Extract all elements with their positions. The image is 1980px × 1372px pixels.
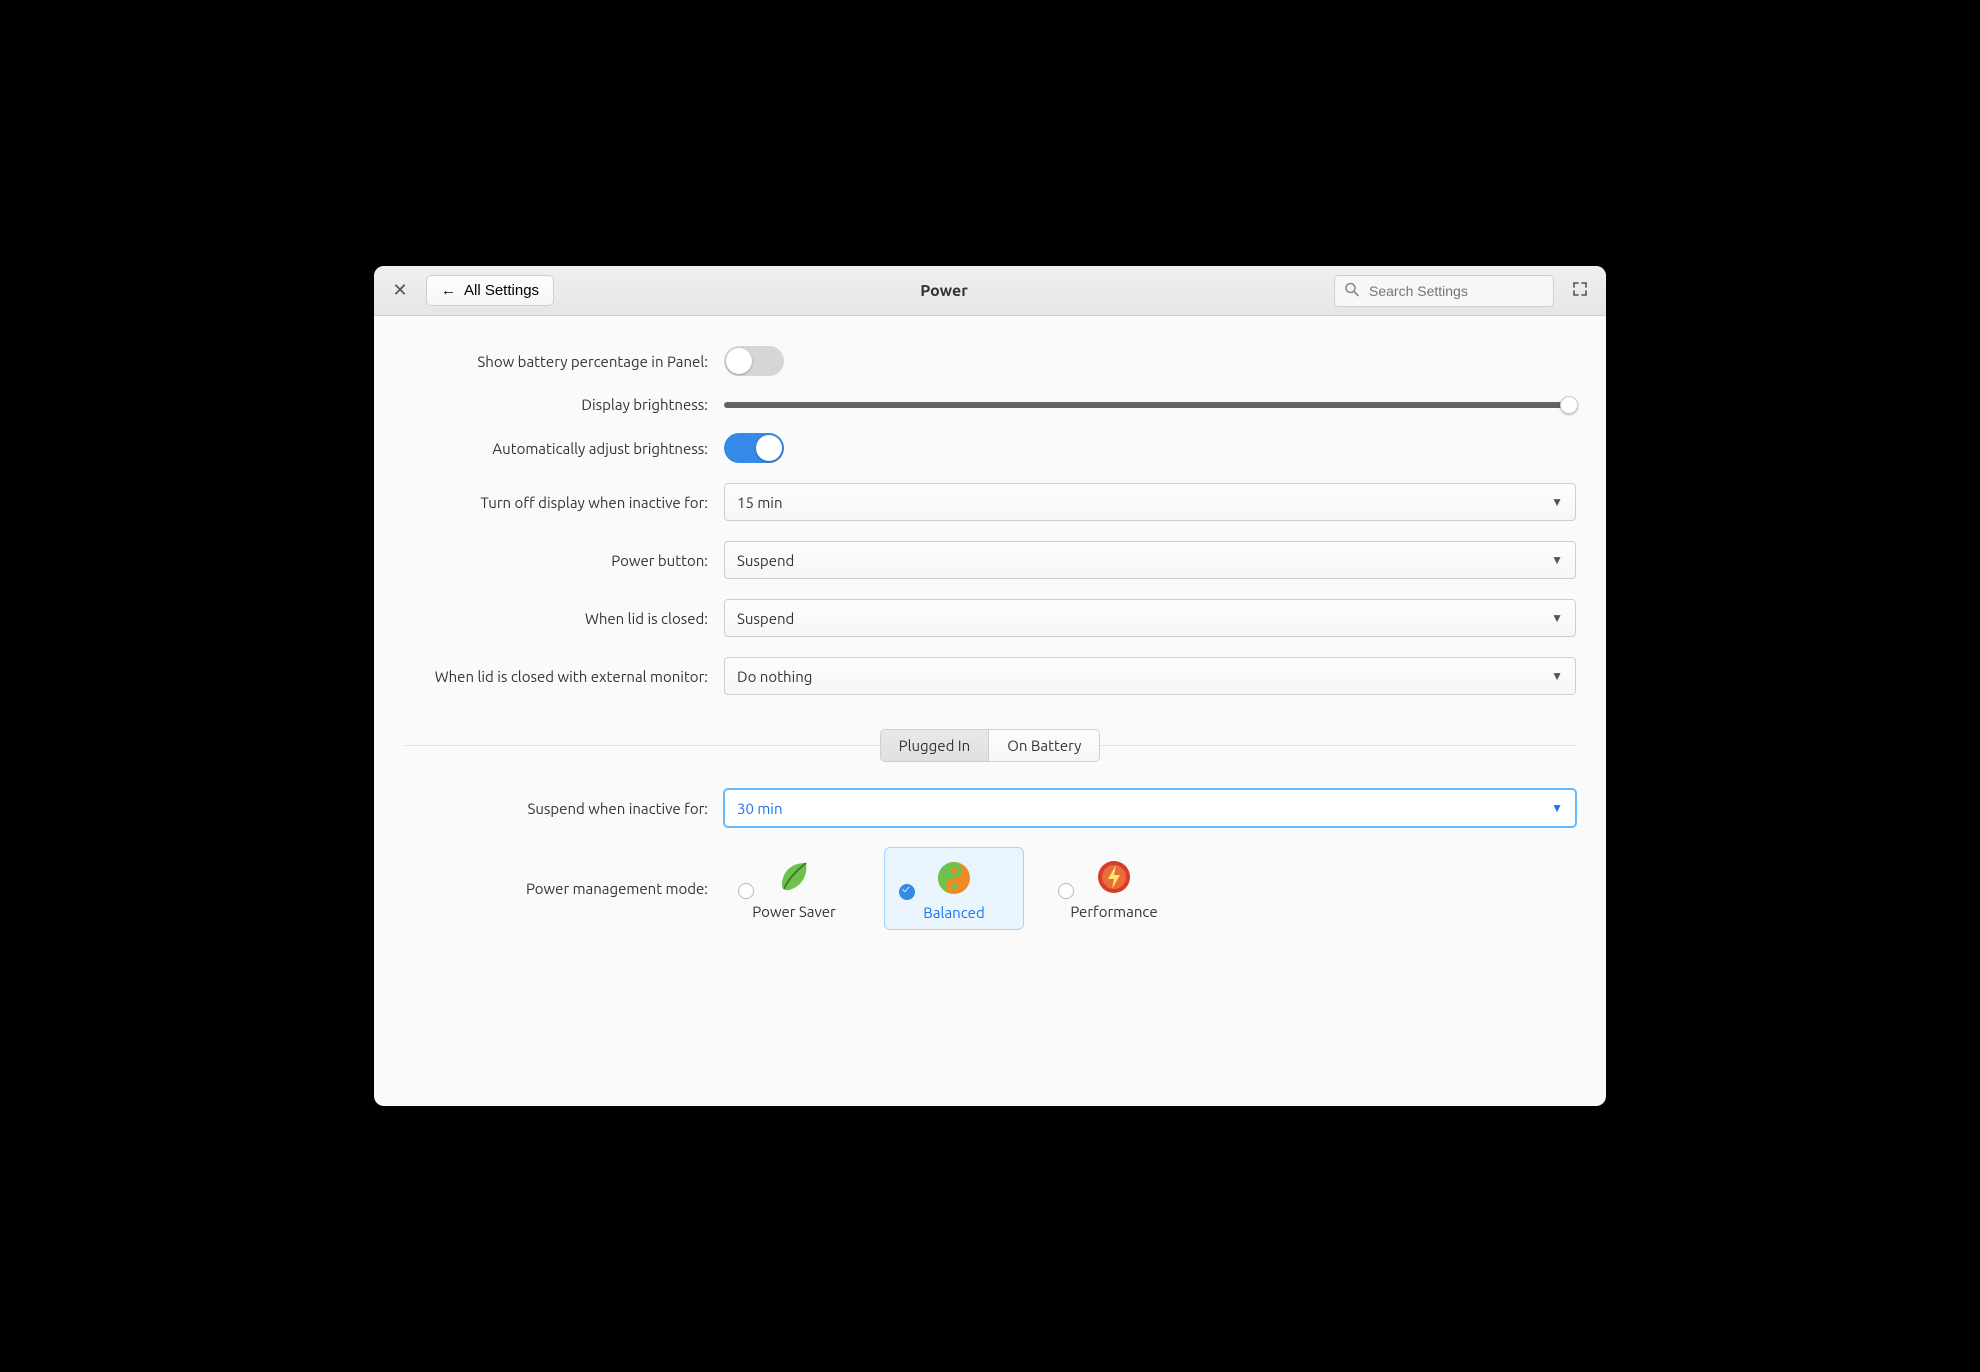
back-label: All Settings bbox=[464, 282, 539, 299]
mode-label: Power management mode: bbox=[404, 880, 724, 897]
power-source-divider: Plugged In On Battery bbox=[404, 725, 1576, 765]
radio-checked-icon bbox=[899, 884, 915, 900]
chevron-down-icon: ▼ bbox=[1551, 495, 1563, 509]
bolt-icon bbox=[1094, 857, 1134, 897]
chevron-down-icon: ▼ bbox=[1551, 611, 1563, 625]
lid-closed-value: Suspend bbox=[737, 610, 794, 627]
power-button-label: Power button: bbox=[404, 552, 724, 569]
lid-ext-value: Do nothing bbox=[737, 668, 812, 685]
lid-ext-select[interactable]: Do nothing ▼ bbox=[724, 657, 1576, 695]
mode-saver-label: Power Saver bbox=[728, 903, 860, 920]
power-source-tabs: Plugged In On Battery bbox=[880, 729, 1101, 762]
power-button-value: Suspend bbox=[737, 552, 794, 569]
suspend-value: 30 min bbox=[737, 800, 783, 817]
lid-ext-label: When lid is closed with external monitor… bbox=[404, 668, 724, 685]
suspend-label: Suspend when inactive for: bbox=[404, 800, 724, 817]
suspend-select[interactable]: 30 min ▼ bbox=[724, 789, 1576, 827]
chevron-down-icon: ▼ bbox=[1551, 669, 1563, 683]
tab-on-battery[interactable]: On Battery bbox=[988, 730, 1099, 761]
mode-power-saver[interactable]: Power Saver bbox=[724, 847, 864, 930]
search-wrap bbox=[1334, 275, 1554, 307]
mode-balanced[interactable]: Balanced bbox=[884, 847, 1024, 930]
maximize-button[interactable] bbox=[1566, 281, 1594, 300]
mode-performance-label: Performance bbox=[1048, 903, 1180, 920]
display-off-value: 15 min bbox=[737, 494, 783, 511]
yin-yang-icon bbox=[934, 858, 974, 898]
lid-closed-select[interactable]: Suspend ▼ bbox=[724, 599, 1576, 637]
close-button[interactable]: ✕ bbox=[386, 280, 414, 301]
battery-pct-label: Show battery percentage in Panel: bbox=[404, 353, 724, 370]
power-button-select[interactable]: Suspend ▼ bbox=[724, 541, 1576, 579]
chevron-down-icon: ▼ bbox=[1551, 553, 1563, 567]
search-icon bbox=[1344, 281, 1360, 300]
all-settings-button[interactable]: ← All Settings bbox=[426, 275, 554, 306]
display-off-select[interactable]: 15 min ▼ bbox=[724, 483, 1576, 521]
lid-closed-label: When lid is closed: bbox=[404, 610, 724, 627]
brightness-label: Display brightness: bbox=[404, 396, 724, 413]
brightness-slider[interactable] bbox=[724, 402, 1576, 408]
radio-icon bbox=[738, 883, 754, 899]
leaf-icon bbox=[774, 857, 814, 897]
arrow-left-icon: ← bbox=[441, 282, 456, 299]
titlebar: ✕ ← All Settings Power bbox=[374, 266, 1606, 316]
radio-icon bbox=[1058, 883, 1074, 899]
tab-plugged-in[interactable]: Plugged In bbox=[881, 730, 989, 761]
content: Show battery percentage in Panel: Displa… bbox=[374, 316, 1606, 1106]
auto-brightness-toggle[interactable] bbox=[724, 433, 784, 463]
search-input[interactable] bbox=[1334, 275, 1554, 307]
power-modes: Power Saver Balanced P bbox=[724, 847, 1576, 930]
display-off-label: Turn off display when inactive for: bbox=[404, 494, 724, 511]
chevron-down-icon: ▼ bbox=[1551, 801, 1563, 815]
settings-window: ✕ ← All Settings Power Show battery perc… bbox=[374, 266, 1606, 1106]
auto-brightness-label: Automatically adjust brightness: bbox=[404, 440, 724, 457]
page-title: Power bbox=[566, 282, 1322, 300]
battery-pct-toggle[interactable] bbox=[724, 346, 784, 376]
brightness-thumb[interactable] bbox=[1560, 396, 1578, 414]
mode-balanced-label: Balanced bbox=[889, 904, 1019, 921]
mode-performance[interactable]: Performance bbox=[1044, 847, 1184, 930]
